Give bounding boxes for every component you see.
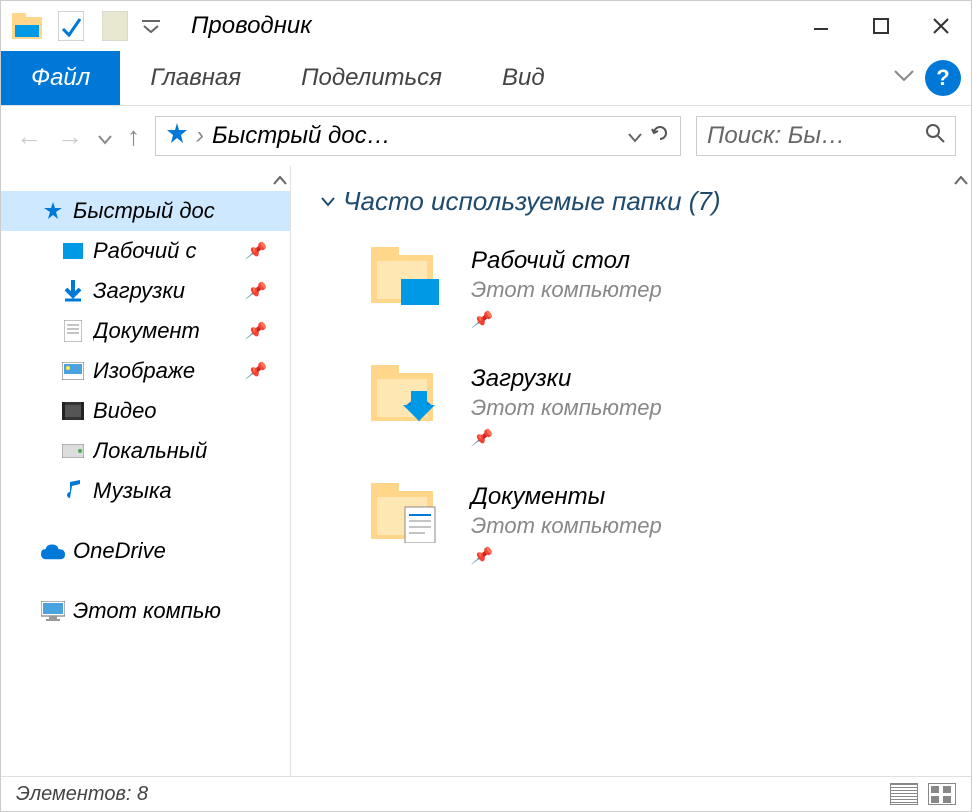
sidebar-item-desktop[interactable]: Рабочий с 📌 xyxy=(1,231,290,271)
pin-icon: 📌 xyxy=(471,546,662,566)
pin-icon: 📌 xyxy=(245,361,265,381)
forward-button[interactable]: → xyxy=(57,121,83,152)
folder-documents-icon xyxy=(371,483,446,543)
ribbon-collapse-icon[interactable] xyxy=(893,69,915,88)
pin-icon: 📌 xyxy=(245,321,265,341)
folder-downloads-icon xyxy=(371,365,446,425)
address-dropdown-icon[interactable] xyxy=(628,122,642,150)
sidebar-item-label: Загрузки xyxy=(93,278,185,304)
sidebar-scroll-up[interactable] xyxy=(270,166,290,196)
sidebar-item-pictures[interactable]: Изображе 📌 xyxy=(1,351,290,391)
properties-icon[interactable] xyxy=(53,8,89,44)
breadcrumb-separator: › xyxy=(196,122,204,150)
folder-name: Рабочий стол xyxy=(471,247,662,275)
pin-icon: 📌 xyxy=(245,241,265,261)
view-details-icon[interactable] xyxy=(890,783,918,805)
folder-location: Этот компьютер xyxy=(471,277,662,303)
sidebar-item-label: Рабочий с xyxy=(93,238,197,264)
search-input[interactable]: Поиск: Бы… xyxy=(696,116,956,156)
folder-name: Документы xyxy=(471,483,662,511)
sidebar-item-onedrive[interactable]: OneDrive xyxy=(1,531,290,571)
new-folder-icon[interactable] xyxy=(97,8,133,44)
folder-name: Загрузки xyxy=(471,365,662,393)
tab-home[interactable]: Главная xyxy=(120,51,271,105)
drive-icon xyxy=(61,439,85,463)
main-area: Быстрый дос Рабочий с 📌 Загрузки 📌 Докум… xyxy=(1,166,971,776)
help-icon[interactable]: ? xyxy=(925,60,961,96)
folder-location: Этот компьютер xyxy=(471,513,662,539)
minimize-button[interactable] xyxy=(791,1,851,51)
titlebar: Проводник xyxy=(1,1,971,51)
pc-icon xyxy=(41,599,65,623)
quick-access-star-icon xyxy=(166,122,188,151)
qat-dropdown-icon[interactable] xyxy=(141,16,161,36)
view-large-icons-icon[interactable] xyxy=(928,783,956,805)
address-bar[interactable]: › Быстрый дос… xyxy=(155,116,681,156)
pin-icon: 📌 xyxy=(245,281,265,301)
statusbar: Элементов: 8 xyxy=(1,776,971,811)
group-header[interactable]: Часто используемые папки (7) xyxy=(321,186,941,217)
group-header-label: Часто используемые папки (7) xyxy=(343,186,721,217)
documents-icon xyxy=(61,319,85,343)
folder-location: Этот компьютер xyxy=(471,395,662,421)
sidebar-item-documents[interactable]: Документ 📌 xyxy=(1,311,290,351)
window-controls xyxy=(791,1,971,51)
downloads-icon xyxy=(61,279,85,303)
sidebar-item-label: Видео xyxy=(93,398,157,424)
recent-dropdown-icon[interactable] xyxy=(98,121,112,152)
sidebar-item-label: Этот компью xyxy=(73,598,221,624)
star-icon xyxy=(41,199,65,223)
music-icon xyxy=(61,479,85,503)
folder-item-documents[interactable]: Документы Этот компьютер 📌 xyxy=(371,483,941,566)
status-item-count: Элементов: 8 xyxy=(16,783,148,806)
sidebar-item-label: Документ xyxy=(93,318,200,344)
up-button[interactable]: ↑ xyxy=(127,121,140,152)
explorer-icon xyxy=(9,8,45,44)
sidebar-item-label: Быстрый дос xyxy=(73,198,215,224)
ribbon: Файл Главная Поделиться Вид ? xyxy=(1,51,971,106)
folder-item-desktop[interactable]: Рабочий стол Этот компьютер 📌 xyxy=(371,247,941,330)
tab-file[interactable]: Файл xyxy=(1,51,120,105)
pictures-icon xyxy=(61,359,85,383)
sidebar-item-videos[interactable]: Видео xyxy=(1,391,290,431)
window-title: Проводник xyxy=(191,12,791,40)
sidebar-item-music[interactable]: Музыка xyxy=(1,471,290,511)
maximize-button[interactable] xyxy=(851,1,911,51)
sidebar-item-label: Локальный xyxy=(93,438,207,464)
pin-icon: 📌 xyxy=(471,310,662,330)
search-icon xyxy=(925,122,945,150)
content-scroll-up[interactable] xyxy=(951,166,971,196)
tab-share[interactable]: Поделиться xyxy=(271,51,472,105)
sidebar-item-label: Изображе xyxy=(93,358,195,384)
pin-icon: 📌 xyxy=(471,428,662,448)
refresh-icon[interactable] xyxy=(650,122,670,150)
folder-item-downloads[interactable]: Загрузки Этот компьютер 📌 xyxy=(371,365,941,448)
tab-view[interactable]: Вид xyxy=(472,51,575,105)
back-button[interactable]: ← xyxy=(16,121,42,152)
close-button[interactable] xyxy=(911,1,971,51)
sidebar-item-label: OneDrive xyxy=(73,538,166,564)
sidebar-item-label: Музыка xyxy=(93,478,172,504)
quick-access-toolbar xyxy=(1,8,161,44)
desktop-icon xyxy=(61,239,85,263)
chevron-down-icon xyxy=(321,191,335,212)
folder-desktop-icon xyxy=(371,247,446,307)
videos-icon xyxy=(61,399,85,423)
sidebar-item-downloads[interactable]: Загрузки 📌 xyxy=(1,271,290,311)
onedrive-icon xyxy=(41,539,65,563)
content-pane: Часто используемые папки (7) Рабочий сто… xyxy=(291,166,971,776)
navbar: ← → ↑ › Быстрый дос… Поиск: Бы… xyxy=(1,106,971,166)
sidebar-item-local[interactable]: Локальный xyxy=(1,431,290,471)
sidebar-item-quick-access[interactable]: Быстрый дос xyxy=(1,191,290,231)
sidebar-item-this-pc[interactable]: Этот компью xyxy=(1,591,290,631)
sidebar: Быстрый дос Рабочий с 📌 Загрузки 📌 Докум… xyxy=(1,166,291,776)
breadcrumb[interactable]: Быстрый дос… xyxy=(212,122,620,150)
